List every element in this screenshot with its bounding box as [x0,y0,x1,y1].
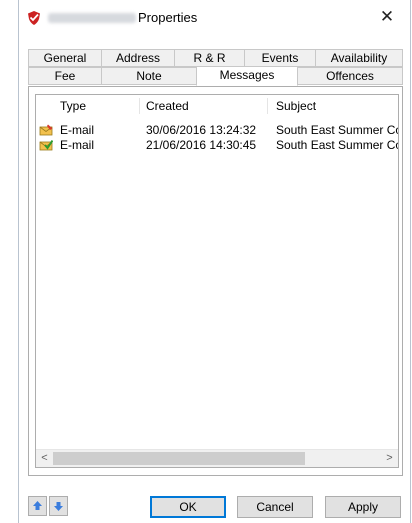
cell-created: 21/06/2016 14:30:45 [146,138,257,152]
tab-messages[interactable]: Messages [196,66,298,86]
move-down-button[interactable] [49,496,68,516]
column-separator[interactable] [139,98,140,114]
tab-strip: General Address R & R Events Availabilit… [28,49,403,87]
cell-type: E-mail [60,123,95,137]
cell-created: 30/06/2016 13:24:32 [146,123,257,137]
envelope-open-icon [39,124,53,136]
scroll-left-button[interactable]: < [36,450,53,467]
envelope-check-icon [39,139,53,151]
cell-subject: South East Summer Cou [276,123,398,137]
horizontal-scrollbar[interactable]: < > [36,449,398,467]
dialog-button-bar: OK Cancel Apply [28,496,403,518]
apply-button[interactable]: Apply [325,496,401,518]
tab-fee[interactable]: Fee [28,67,102,85]
tab-availability[interactable]: Availability [315,49,403,67]
cancel-button[interactable]: Cancel [237,496,313,518]
column-header-subject[interactable]: Subject [276,95,316,117]
table-row[interactable]: E-mail 21/06/2016 14:30:45 South East Su… [36,138,398,153]
table-row[interactable]: E-mail 30/06/2016 13:24:32 South East Su… [36,123,398,138]
scrollbar-thumb[interactable] [53,452,305,465]
list-header: Type Created Subject [36,95,398,117]
tab-general[interactable]: General [28,49,102,67]
cell-subject: South East Summer Cou [276,138,398,152]
window-title: Properties [138,10,198,25]
messages-list[interactable]: Type Created Subject E-mail 30/06/2016 1… [35,94,399,468]
arrow-down-icon [54,502,63,511]
cell-type: E-mail [60,138,95,152]
title-bar[interactable]: Properties ✕ [18,0,410,36]
column-header-type[interactable]: Type [60,95,86,117]
arrow-up-icon [33,501,42,510]
scroll-right-button[interactable]: > [381,450,398,467]
column-header-created[interactable]: Created [146,95,189,117]
window-border-right [410,0,411,523]
shield-icon [28,11,40,25]
tab-events[interactable]: Events [244,49,316,67]
move-up-button[interactable] [28,496,47,516]
messages-panel: Type Created Subject E-mail 30/06/2016 1… [28,86,403,476]
tab-r-and-r[interactable]: R & R [174,49,245,67]
tab-address[interactable]: Address [101,49,175,67]
window-border-left [18,0,19,523]
ok-button[interactable]: OK [150,496,226,518]
redacted-name [48,13,136,23]
column-separator[interactable] [267,98,268,114]
tab-note[interactable]: Note [101,67,197,85]
close-button[interactable]: ✕ [376,6,398,28]
tab-offences[interactable]: Offences [297,67,403,85]
